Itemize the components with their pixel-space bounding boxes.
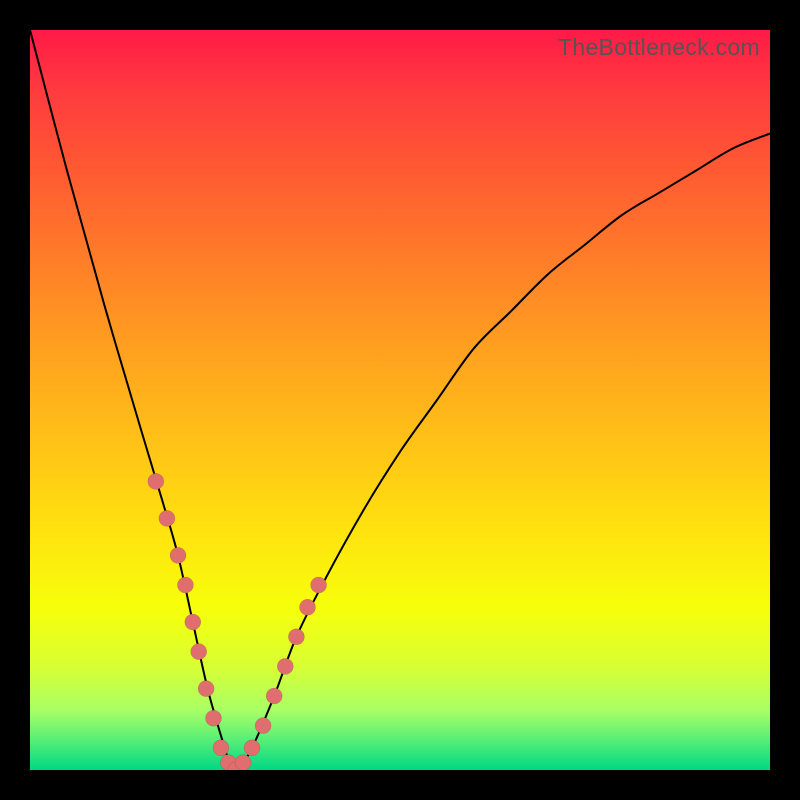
highlight-dot [277, 658, 293, 674]
highlight-dot [206, 710, 222, 726]
plot-area: TheBottleneck.com [30, 30, 770, 770]
highlight-dot [198, 681, 214, 697]
highlight-dot [244, 740, 260, 756]
highlight-dot [148, 473, 164, 489]
marker-group [148, 473, 327, 770]
highlight-dot [191, 644, 207, 660]
highlight-dot [185, 614, 201, 630]
highlight-dot [311, 577, 327, 593]
chart-frame: TheBottleneck.com [0, 0, 800, 800]
bottleneck-curve [30, 30, 770, 770]
highlight-dot [159, 510, 175, 526]
highlight-dot [170, 547, 186, 563]
highlight-dot [300, 599, 316, 615]
highlight-dot [255, 718, 271, 734]
highlight-dot [177, 577, 193, 593]
chart-svg [30, 30, 770, 770]
highlight-dot [266, 688, 282, 704]
highlight-dot [235, 755, 251, 770]
highlight-dot [213, 740, 229, 756]
highlight-dot [288, 629, 304, 645]
